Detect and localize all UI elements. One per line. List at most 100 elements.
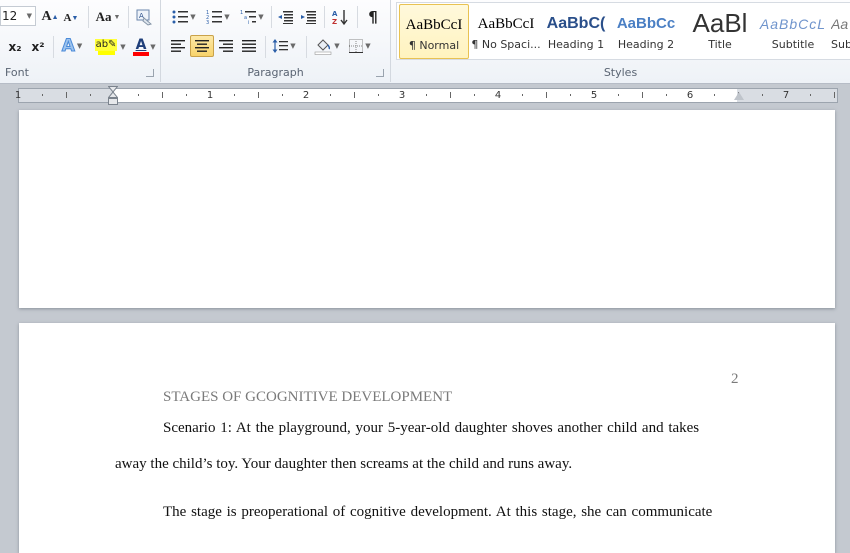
multilevel-list-button[interactable]: 1 a i ▼ <box>237 8 267 26</box>
style-preview: AaBl <box>692 8 748 38</box>
ruler-tick <box>450 92 451 98</box>
separator <box>128 6 129 28</box>
align-right-icon <box>219 40 233 52</box>
horizontal-ruler[interactable]: 1 1 2 3 4 5 6 7 <box>14 88 838 103</box>
clear-formatting-button[interactable]: A <box>134 6 154 28</box>
svg-text:a: a <box>244 15 247 21</box>
increase-indent-icon <box>301 11 316 24</box>
decrease-indent-button[interactable] <box>275 8 295 26</box>
multilevel-list-icon: 1ai <box>240 10 257 24</box>
highlight-color-swatch <box>97 51 115 55</box>
line-spacing-button[interactable]: ▼ <box>269 36 299 56</box>
style-preview: AaBbCcI <box>405 17 463 33</box>
shrink-font-icon: A <box>63 12 72 24</box>
text-effects-icon: A <box>61 36 75 57</box>
style-name: Title <box>708 38 732 51</box>
style-name: ¶ No Spaci... <box>471 38 541 51</box>
chevron-down-icon: ▼ <box>76 42 83 50</box>
font-size-dropdown[interactable]: 12 ▼ <box>0 6 36 26</box>
align-center-icon <box>195 40 209 52</box>
highlight-dropdown[interactable]: ▼ <box>118 42 126 52</box>
indent-marker[interactable] <box>108 86 118 106</box>
grow-font-button[interactable]: A ▲ <box>40 8 60 26</box>
bullets-button[interactable]: ▼ <box>169 8 199 26</box>
chevron-down-icon: ▼ <box>120 43 126 51</box>
ruler-tick <box>570 94 571 96</box>
style-no-spacing[interactable]: AaBbCcI ¶ No Spaci... <box>471 4 541 59</box>
style-preview: AaBbCc <box>616 15 676 32</box>
numbering-icon: 123 <box>206 10 223 24</box>
down-arrow-icon: ▼ <box>71 14 79 22</box>
borders-button[interactable]: ▼ <box>345 36 375 56</box>
style-name: Subtitle <box>771 38 815 51</box>
separator <box>265 36 266 58</box>
style-heading-2[interactable]: AaBbCc Heading 2 <box>611 4 681 59</box>
justify-icon <box>242 40 256 52</box>
justify-button[interactable] <box>238 36 260 56</box>
decrease-indent-icon <box>278 11 293 24</box>
style-subtitle[interactable]: AaBbCcL Subtitle <box>759 4 827 59</box>
show-formatting-marks-button[interactable]: ¶ <box>363 6 383 28</box>
ruler-number: 2 <box>302 90 310 101</box>
ruler-tick <box>330 94 331 96</box>
chevron-down-icon: ▼ <box>113 13 121 21</box>
superscript-button[interactable]: x² <box>28 38 48 56</box>
separator <box>306 36 307 58</box>
clear-formatting-icon: A <box>136 9 152 26</box>
separator <box>324 6 325 28</box>
subscript-button[interactable]: x₂ <box>5 38 25 56</box>
style-heading-1[interactable]: AaBbC( Heading 1 <box>543 4 609 59</box>
style-name: Heading 2 <box>617 38 675 51</box>
up-arrow-icon: ▲ <box>51 13 59 21</box>
chevron-down-icon: ▼ <box>365 42 371 50</box>
font-color-dropdown[interactable]: ▼ <box>148 42 156 52</box>
paragraph-group-label: Paragraph <box>247 66 304 79</box>
svg-text:3: 3 <box>206 20 209 24</box>
align-center-button[interactable] <box>190 35 214 57</box>
ruler-number: 1 <box>14 90 22 101</box>
ruler-tick <box>618 94 619 96</box>
font-dialog-launcher[interactable] <box>146 69 154 77</box>
ruler-number: 3 <box>398 90 406 101</box>
superscript-icon: x² <box>31 40 45 54</box>
ruler-tick <box>258 92 259 98</box>
svg-text:A: A <box>332 10 338 18</box>
chevron-down-icon: ▼ <box>258 13 264 21</box>
font-color-swatch <box>133 52 149 56</box>
numbering-button[interactable]: 1 2 3 ▼ <box>203 8 233 26</box>
page-1[interactable] <box>19 110 835 308</box>
shrink-font-button[interactable]: A ▼ <box>62 9 80 27</box>
right-indent-marker[interactable] <box>734 92 744 100</box>
ruler-tick <box>762 94 763 96</box>
ruler-tick <box>234 94 235 96</box>
chevron-down-icon: ▼ <box>334 42 340 50</box>
text-effects-button[interactable]: A ▼ <box>58 36 86 57</box>
ruler-number: 1 <box>206 90 214 101</box>
chevron-down-icon: ▼ <box>190 13 196 21</box>
separator <box>88 6 89 28</box>
ruler-number: 7 <box>782 90 790 101</box>
ruler-tick <box>282 94 283 96</box>
ruler-tick <box>138 94 139 96</box>
shading-button[interactable]: ▼ <box>311 36 343 56</box>
align-left-button[interactable] <box>167 36 189 56</box>
ruler-tick <box>162 92 163 98</box>
sort-button[interactable]: AZ <box>329 6 351 28</box>
chevron-down-icon: ▼ <box>290 42 296 50</box>
highlight-label: ab <box>95 39 109 50</box>
ruler-tick <box>378 94 379 96</box>
style-normal[interactable]: AaBbCcI ¶ Normal <box>399 4 469 59</box>
style-title[interactable]: AaBl Title <box>685 4 755 59</box>
align-right-button[interactable] <box>215 36 237 56</box>
page-number: 2 <box>731 371 739 387</box>
grow-font-icon: A <box>41 9 52 24</box>
ruler-tick <box>90 94 91 96</box>
increase-indent-button[interactable] <box>298 8 318 26</box>
ruler-tick <box>66 92 67 98</box>
ruler-number: 6 <box>686 90 694 101</box>
paragraph-dialog-launcher[interactable] <box>376 69 384 77</box>
style-subtle-emphasis[interactable]: Aa Sub <box>831 4 850 59</box>
page-2[interactable]: 2 STAGES OF GCOGNITIVE DEVELOPMENT Scena… <box>19 323 835 553</box>
change-case-button[interactable]: Aa ▼ <box>94 8 122 26</box>
svg-text:Z: Z <box>332 18 337 26</box>
